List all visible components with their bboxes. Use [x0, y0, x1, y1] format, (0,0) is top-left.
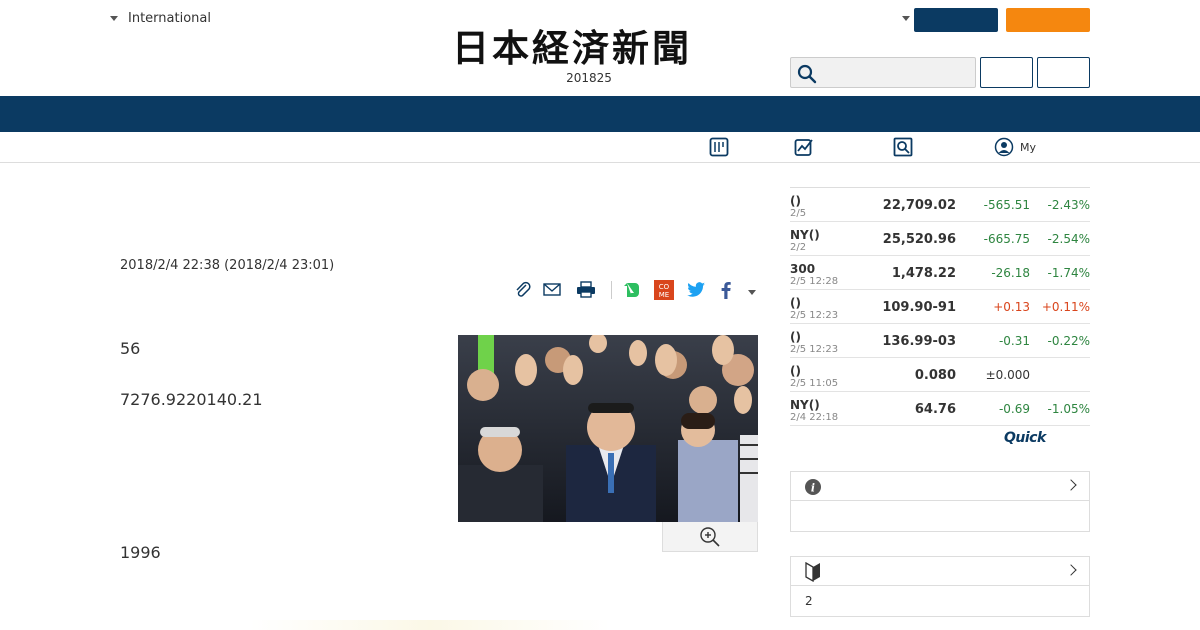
- edition-selector[interactable]: International: [110, 11, 211, 26]
- login-button[interactable]: [914, 8, 998, 32]
- article-paragraph-3: 1996: [120, 543, 161, 562]
- clip-icon[interactable]: [512, 279, 534, 301]
- edition-label: International: [128, 11, 211, 26]
- quick-provider-logo[interactable]: Quick: [1004, 430, 1046, 446]
- market-row[interactable]: () 2/5 12:23 109.90-91 +0.13 +0.11%: [790, 290, 1090, 324]
- market-value: 109.90-91: [882, 300, 956, 315]
- market-time: 2/4 22:18: [790, 412, 839, 423]
- user-icon: [994, 137, 1014, 157]
- market-value: 22,709.02: [882, 198, 956, 213]
- market-time: 2/5 12:23: [790, 310, 839, 321]
- market-value: 1,478.22: [891, 266, 956, 281]
- market-time: 2/5 12:28: [790, 276, 839, 287]
- market-name: (): [790, 330, 801, 344]
- print-icon[interactable]: [575, 279, 597, 301]
- market-row[interactable]: 300 2/5 12:28 1,478.22 -26.18 -1.74%: [790, 256, 1090, 290]
- article-datetime: 2018/2/4 22:38 (2018/2/4 23:01): [120, 258, 335, 273]
- info-box-header[interactable]: i: [791, 472, 1089, 501]
- market-change: +0.13: [993, 300, 1030, 314]
- market-change-pct: -0.22%: [1047, 334, 1090, 348]
- subscribe-button[interactable]: [1006, 8, 1090, 32]
- come-icon[interactable]: CO ME: [653, 279, 675, 301]
- main-navigation-bar[interactable]: [0, 96, 1200, 132]
- header-date: 201825: [566, 71, 612, 85]
- info-box: i: [790, 471, 1090, 532]
- logo-text: 日本経済新聞: [452, 26, 692, 70]
- search-box[interactable]: [790, 57, 976, 88]
- chevron-right-icon: [1065, 564, 1077, 576]
- market-row[interactable]: () 2/5 22,709.02 -565.51 -2.43%: [790, 188, 1090, 222]
- market-change-pct: -1.05%: [1047, 402, 1090, 416]
- market-change: -26.18: [991, 266, 1030, 280]
- market-time: 2/5 11:05: [790, 378, 839, 389]
- market-change-pct: -2.54%: [1047, 232, 1090, 246]
- market-value: 136.99-03: [882, 334, 956, 349]
- mail-icon[interactable]: [541, 279, 563, 301]
- svg-text:CO: CO: [659, 283, 670, 291]
- beginner-box-header[interactable]: [791, 557, 1089, 586]
- market-change: -665.75: [983, 232, 1030, 246]
- market-value: 64.76: [914, 402, 956, 417]
- photo-zoom-button[interactable]: [662, 522, 758, 552]
- search-input[interactable]: [821, 58, 971, 87]
- chevron-right-icon: [1065, 479, 1077, 491]
- mypage-link[interactable]: My: [994, 137, 1036, 157]
- caret-down-icon[interactable]: [902, 16, 910, 21]
- market-change: -0.69: [998, 402, 1030, 416]
- market-time: 2/5 12:23: [790, 344, 839, 355]
- market-time: 2/5: [790, 208, 807, 219]
- mypage-label: My: [1020, 140, 1037, 154]
- market-table: () 2/5 22,709.02 -565.51 -2.43% NY() 2/2…: [790, 187, 1090, 426]
- market-value: 0.080: [914, 368, 956, 383]
- market-change: ±0.000: [985, 368, 1030, 382]
- article-paragraph-2: 7276.9220140.21: [120, 390, 263, 409]
- evernote-icon[interactable]: [621, 279, 643, 301]
- beginner-box-body: 2: [791, 586, 1089, 616]
- faded-content: [250, 620, 610, 630]
- market-change: -0.31: [998, 334, 1030, 348]
- site-logo[interactable]: 日本経済新聞: [452, 28, 748, 68]
- market-change: -565.51: [983, 198, 1030, 212]
- market-row[interactable]: () 2/5 12:23 136.99-03 -0.31 -0.22%: [790, 324, 1090, 358]
- market-change-pct: +0.11%: [1041, 300, 1090, 314]
- facebook-icon[interactable]: [715, 279, 737, 301]
- svg-text:ME: ME: [659, 291, 669, 299]
- search-icon[interactable]: [797, 64, 817, 84]
- market-row[interactable]: NY() 2/2 25,520.96 -665.75 -2.54%: [790, 222, 1090, 256]
- caret-down-icon: [110, 16, 118, 21]
- newspaper-icon[interactable]: [709, 137, 729, 157]
- market-time: 2/2: [790, 242, 807, 253]
- beginner-box: 2: [790, 556, 1090, 617]
- market-name: NY(): [790, 398, 820, 412]
- celebration-photo-illustration: [458, 335, 758, 522]
- market-value: 25,520.96: [882, 232, 956, 247]
- share-more-caret-icon[interactable]: [748, 290, 756, 295]
- sub-navigation: My: [0, 132, 1200, 163]
- header-button-2[interactable]: [1037, 57, 1090, 88]
- beginner-box-text: 2: [805, 594, 813, 608]
- twitter-icon[interactable]: [685, 279, 707, 301]
- market-chart-icon[interactable]: [794, 137, 814, 157]
- share-divider: [611, 281, 612, 299]
- market-name: (): [790, 364, 801, 378]
- info-icon: i: [805, 479, 821, 495]
- info-box-body: [791, 501, 1089, 531]
- article-photo[interactable]: [458, 335, 758, 522]
- market-name: (): [790, 296, 801, 310]
- article-paragraph-1: 56: [120, 339, 141, 358]
- company-search-icon[interactable]: [893, 137, 913, 157]
- market-name: (): [790, 194, 801, 208]
- zoom-in-icon: [700, 526, 720, 547]
- header-button-1[interactable]: [980, 57, 1033, 88]
- market-change-pct: -2.43%: [1047, 198, 1090, 212]
- market-row[interactable]: () 2/5 11:05 0.080 ±0.000: [790, 358, 1090, 392]
- market-name: 300: [790, 262, 816, 276]
- market-row[interactable]: NY() 2/4 22:18 64.76 -0.69 -1.05%: [790, 392, 1090, 426]
- market-name: NY(): [790, 228, 820, 242]
- market-change-pct: -1.74%: [1047, 266, 1090, 280]
- beginner-mark-icon: [805, 562, 820, 582]
- svg-text:i: i: [811, 482, 815, 495]
